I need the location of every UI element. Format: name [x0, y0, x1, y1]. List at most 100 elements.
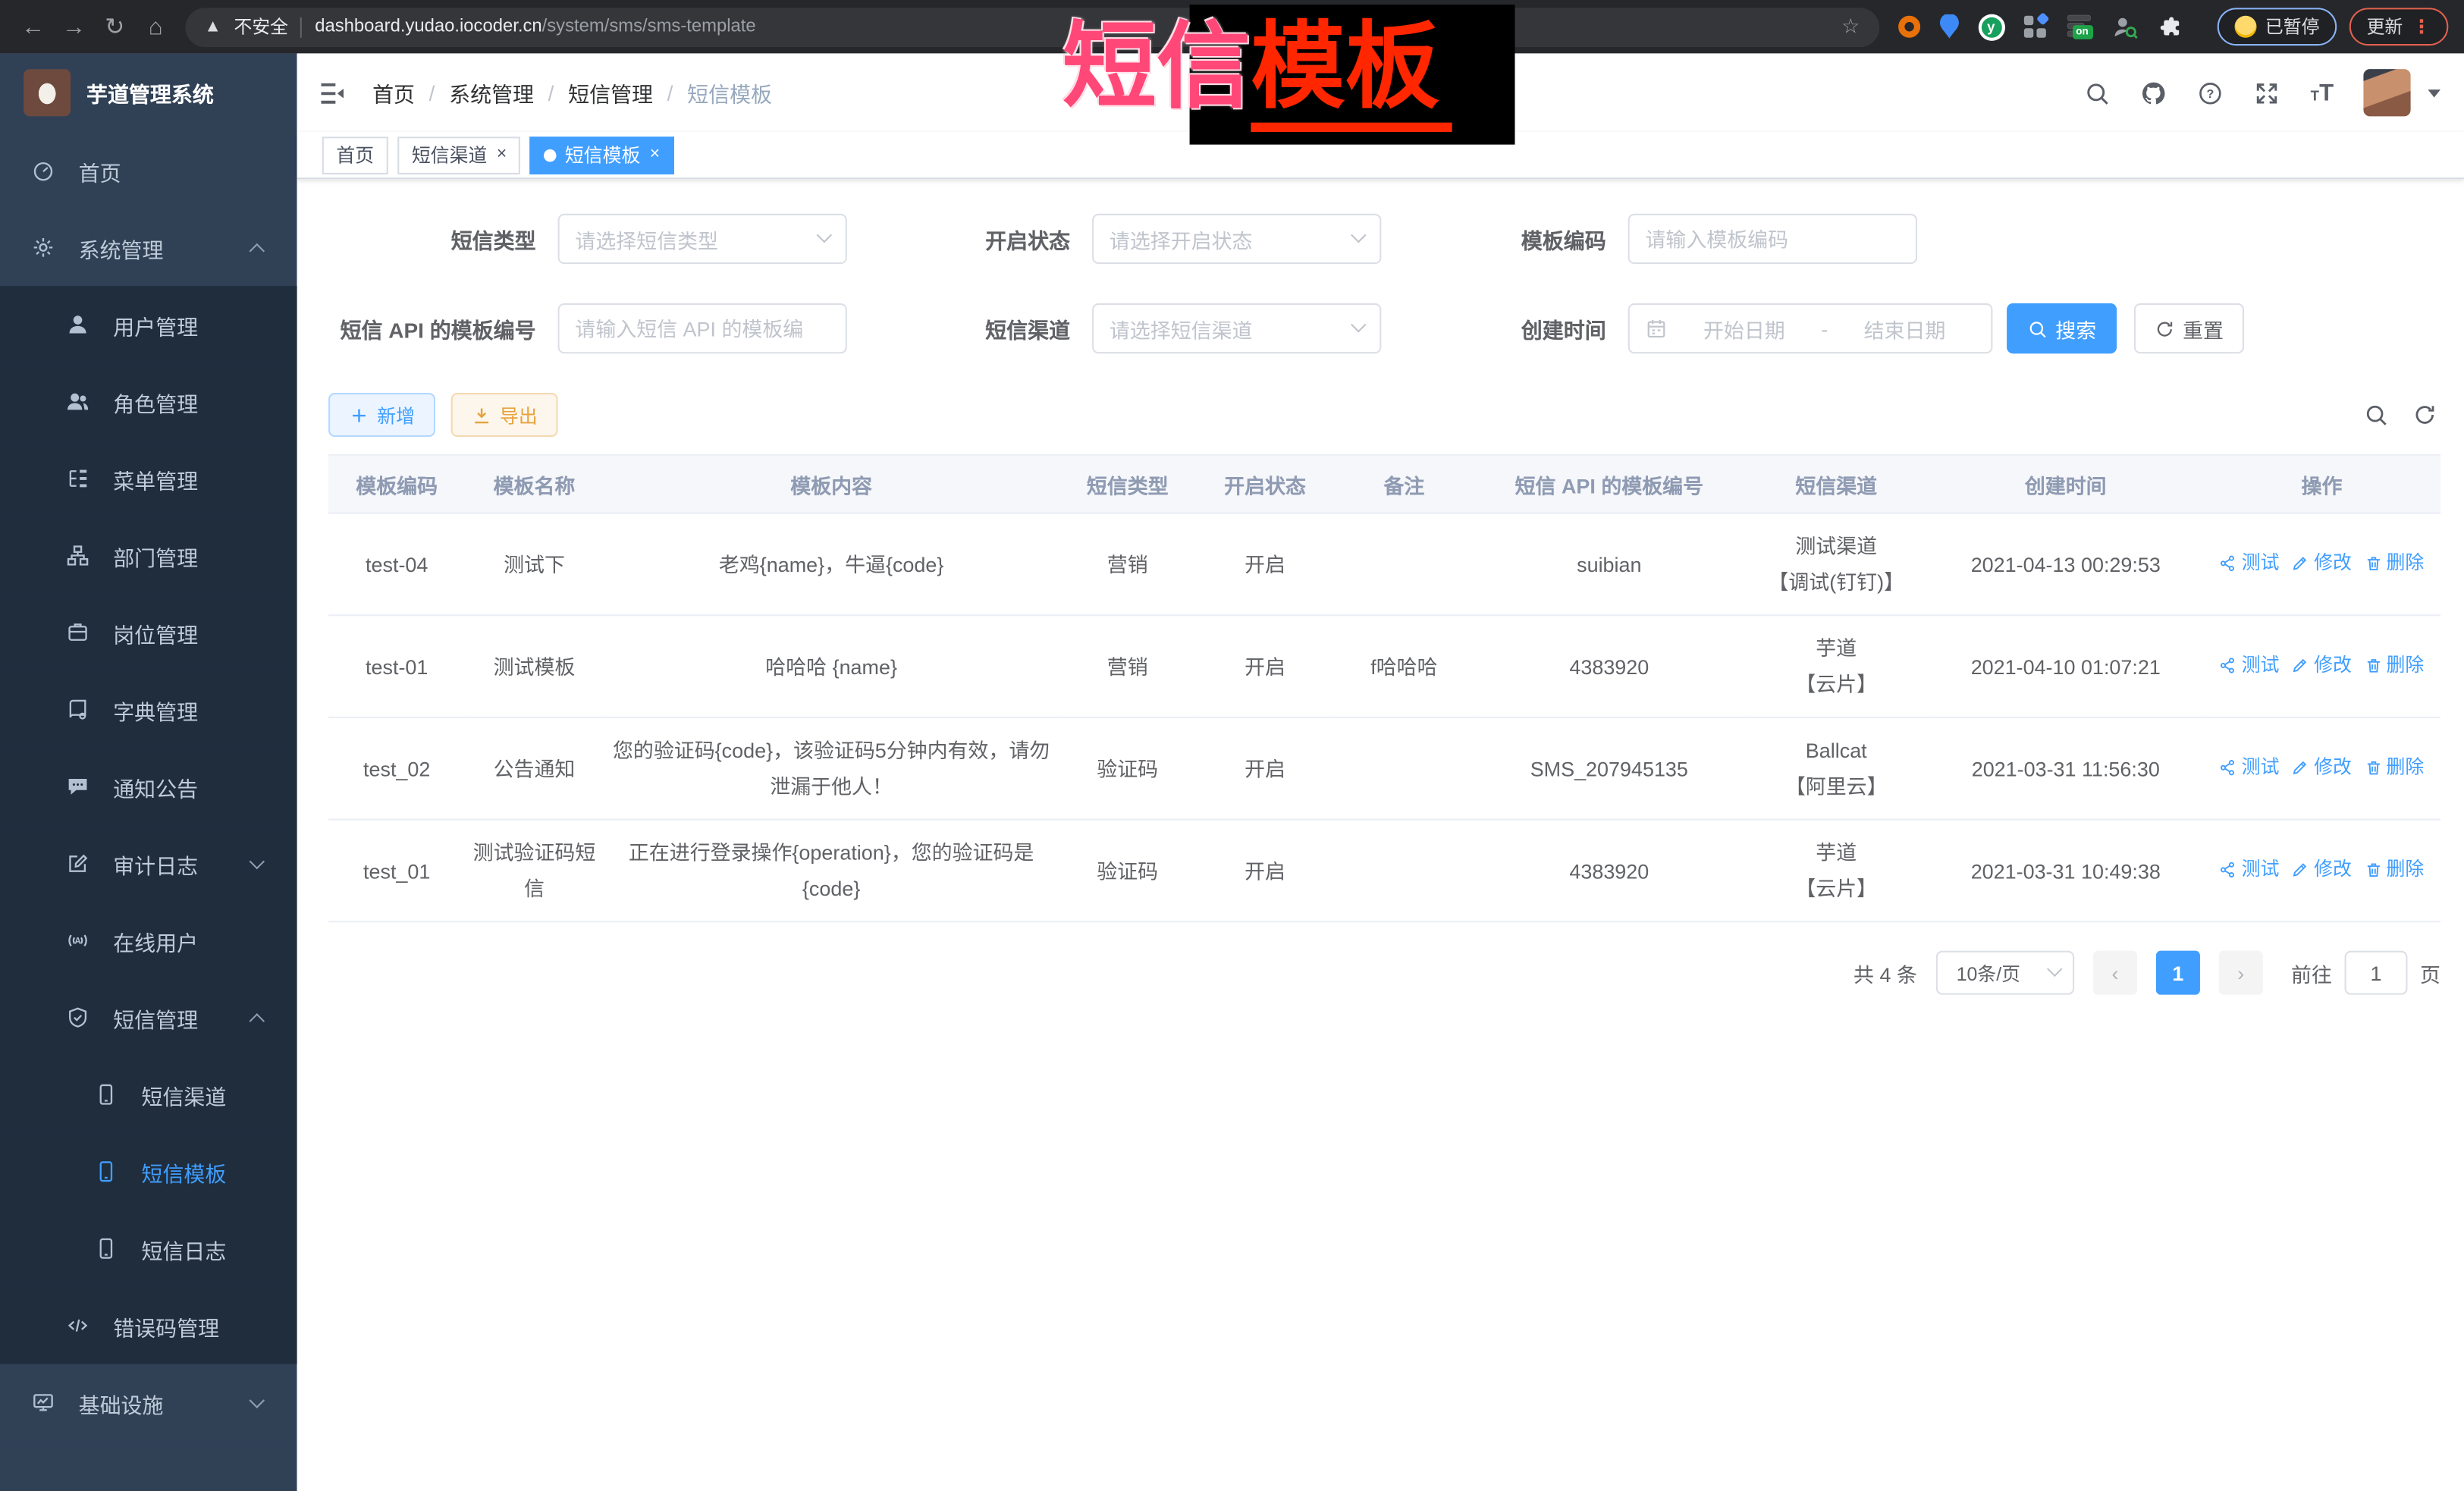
url-host[interactable]: dashboard.yudao.iocoder.cn: [315, 17, 541, 36]
share-icon: [2220, 759, 2237, 777]
extension-orange-ring-icon[interactable]: [1897, 16, 1919, 38]
page-size-select[interactable]: 10条/页: [1936, 951, 2074, 995]
sidebar-item-depts[interactable]: 部门管理: [0, 517, 297, 595]
extensions-puzzle-icon[interactable]: [2157, 14, 2182, 39]
refresh-table-icon[interactable]: [2412, 402, 2437, 427]
delete-link[interactable]: 删除: [2364, 648, 2424, 684]
chevron-down-icon: [250, 1392, 265, 1408]
help-icon[interactable]: [2197, 80, 2224, 106]
phone-icon: [94, 1160, 118, 1183]
sidebar-item-notice[interactable]: 通知公告: [0, 748, 297, 825]
status-label: 开启状态: [880, 223, 1092, 254]
browser-reload-icon[interactable]: ↻: [94, 6, 135, 47]
sidebar-item-system[interactable]: 系统管理: [0, 209, 297, 287]
breadcrumb-sms[interactable]: 短信管理: [568, 77, 653, 108]
chevron-up-icon: [250, 1012, 265, 1028]
sidebar-item-posts[interactable]: 岗位管理: [0, 594, 297, 671]
col-actions: 操作: [2203, 455, 2440, 513]
avatar-caret-icon[interactable]: [2428, 89, 2440, 96]
api-template-id-input[interactable]: [560, 305, 846, 352]
sidebar-logo[interactable]: 芋道管理系统: [0, 53, 297, 132]
sidebar-item-sms[interactable]: 短信管理: [0, 979, 297, 1056]
end-date-placeholder[interactable]: 结束日期: [1834, 313, 1975, 343]
filter-sms-type: 短信类型 请选择短信类型: [328, 214, 847, 264]
search-button[interactable]: 搜索: [2007, 303, 2117, 353]
start-date-placeholder[interactable]: 开始日期: [1674, 313, 1815, 343]
tab-home[interactable]: 首页: [322, 136, 388, 174]
browser-update-chip[interactable]: 更新 ⋮: [2349, 8, 2449, 46]
close-icon[interactable]: ×: [497, 146, 507, 164]
chevron-down-icon: [1351, 227, 1367, 243]
github-icon[interactable]: [2141, 80, 2167, 106]
user-avatar[interactable]: [2363, 69, 2410, 116]
test-link[interactable]: 测试: [2220, 545, 2280, 582]
font-size-icon[interactable]: TT: [2311, 81, 2334, 105]
page-1-button[interactable]: 1: [2156, 951, 2200, 995]
browser-menu-kebab-icon[interactable]: ⋮: [2412, 16, 2431, 38]
sidebar-item-sms-channel[interactable]: 短信渠道: [0, 1056, 297, 1133]
search-icon[interactable]: [2084, 80, 2111, 106]
export-button[interactable]: 导出: [451, 393, 558, 437]
plus-icon: [349, 405, 369, 425]
next-page-button[interactable]: ›: [2219, 951, 2263, 995]
extension-on-list-icon[interactable]: on: [2067, 14, 2092, 39]
breadcrumb-system[interactable]: 系统管理: [449, 77, 534, 108]
reset-button[interactable]: 重置: [2134, 303, 2244, 353]
sms-template-table: 模板编码 模板名称 模板内容 短信类型 开启状态 备注 短信 API 的模板编号…: [328, 454, 2440, 922]
delete-link[interactable]: 删除: [2364, 545, 2424, 582]
edit-link[interactable]: 修改: [2292, 749, 2352, 786]
date-range-picker[interactable]: 开始日期 - 结束日期: [1628, 303, 1993, 353]
status-select[interactable]: 请选择开启状态: [1092, 214, 1381, 264]
sidebar-item-online-users[interactable]: 在线用户: [0, 902, 297, 979]
profile-paused-chip[interactable]: 已暂停: [2217, 8, 2337, 46]
address-bar[interactable]: ▲ 不安全 dashboard.yudao.iocoder.cn/system/…: [186, 7, 1879, 46]
edit-link[interactable]: 修改: [2292, 852, 2352, 888]
sidebar-item-menus[interactable]: 菜单管理: [0, 440, 297, 517]
url-path[interactable]: /system/sms/sms-template: [542, 17, 756, 36]
sidebar-item-users[interactable]: 用户管理: [0, 286, 297, 363]
extension-person-search-icon[interactable]: [2111, 14, 2138, 40]
prev-page-button[interactable]: ‹: [2093, 951, 2137, 995]
browser-forward-icon[interactable]: →: [53, 6, 94, 47]
browser-home-icon[interactable]: ⌂: [135, 6, 176, 47]
edit-link[interactable]: 修改: [2292, 648, 2352, 684]
sidebar-item-sms-log[interactable]: 短信日志: [0, 1210, 297, 1288]
table-toolbar: 新增 导出: [328, 393, 2440, 437]
test-link[interactable]: 测试: [2220, 749, 2280, 786]
sidebar-item-roles[interactable]: 角色管理: [0, 363, 297, 441]
security-warning-icon: ▲: [204, 17, 221, 36]
col-content: 模板内容: [604, 455, 1059, 513]
fullscreen-icon[interactable]: [2254, 80, 2280, 106]
breadcrumb-home[interactable]: 首页: [372, 77, 415, 108]
add-button[interactable]: 新增: [328, 393, 435, 437]
delete-link[interactable]: 删除: [2364, 749, 2424, 786]
extension-grid-icon[interactable]: [2023, 14, 2048, 39]
browser-back-icon[interactable]: ←: [13, 6, 54, 47]
goto-page-input[interactable]: [2345, 951, 2408, 995]
bookmark-star-icon[interactable]: ☆: [1841, 14, 1860, 39]
edit-link[interactable]: 修改: [2292, 545, 2352, 582]
sidebar-item-error-code[interactable]: 错误码管理: [0, 1287, 297, 1364]
sidebar-item-audit-log[interactable]: 审计日志: [0, 825, 297, 902]
sms-type-select[interactable]: 请选择短信类型: [558, 214, 847, 264]
sidebar-item-home[interactable]: 首页: [0, 132, 297, 209]
toggle-search-icon[interactable]: [2363, 402, 2388, 427]
sidebar-item-sms-template[interactable]: 短信模板: [0, 1133, 297, 1210]
sidebar-filler: [0, 1441, 297, 1491]
channel-select[interactable]: 请选择短信渠道: [1092, 303, 1381, 353]
extension-blue-drop-icon[interactable]: [1938, 14, 1959, 39]
close-icon[interactable]: ×: [650, 146, 660, 164]
test-link[interactable]: 测试: [2220, 852, 2280, 888]
extension-y-icon[interactable]: y: [1978, 14, 2004, 40]
sms-type-label: 短信类型: [328, 223, 558, 254]
sidebar-item-dict[interactable]: 字典管理: [0, 671, 297, 749]
delete-link[interactable]: 删除: [2364, 852, 2424, 888]
template-code-input[interactable]: [1630, 215, 1916, 262]
tab-sms-template[interactable]: 短信模板 ×: [530, 136, 674, 174]
test-link[interactable]: 测试: [2220, 648, 2280, 684]
table-header-row: 模板编码 模板名称 模板内容 短信类型 开启状态 备注 短信 API 的模板编号…: [328, 455, 2440, 513]
tab-sms-channel[interactable]: 短信渠道 ×: [397, 136, 521, 174]
sidebar-item-infra[interactable]: 基础设施: [0, 1364, 297, 1442]
hamburger-icon[interactable]: [318, 78, 347, 108]
pencil-icon: [2292, 862, 2309, 879]
